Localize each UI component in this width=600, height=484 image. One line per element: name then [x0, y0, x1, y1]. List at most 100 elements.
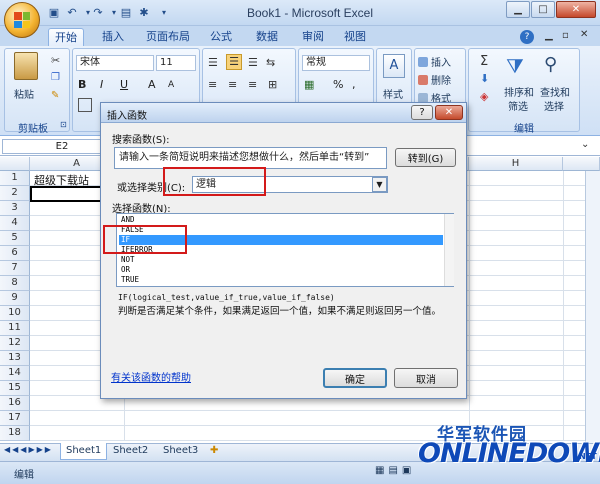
- paste-icon[interactable]: [14, 52, 38, 80]
- category-dropdown-icon[interactable]: ▼: [372, 177, 387, 192]
- font-size-combo[interactable]: 11: [156, 55, 196, 71]
- styles-icon[interactable]: A: [383, 54, 405, 78]
- font-name-combo[interactable]: 宋体: [76, 55, 154, 71]
- sheet-tab-2[interactable]: Sheet2: [108, 443, 153, 460]
- sheet-nav-icons[interactable]: ◀◀◀▶▶▶: [4, 445, 53, 454]
- styles-button[interactable]: 样式: [383, 86, 403, 101]
- find-select-label-1[interactable]: 查找和: [540, 84, 570, 99]
- ribbon-close-icon[interactable]: ✕: [580, 29, 588, 40]
- delete-cells-button[interactable]: 删除: [418, 72, 451, 87]
- row-header[interactable]: 1: [0, 171, 30, 186]
- tools-icon[interactable]: ✱: [136, 4, 152, 20]
- format-painter-icon[interactable]: ✎: [51, 90, 59, 101]
- paste-button[interactable]: 粘贴: [14, 86, 34, 101]
- align-bottom-icon[interactable]: ☰: [248, 56, 258, 69]
- dialog-close-button[interactable]: ✕: [435, 105, 463, 120]
- align-left-icon[interactable]: ≡: [208, 78, 217, 91]
- shrink-font-button[interactable]: A: [168, 80, 174, 90]
- column-header-next[interactable]: [563, 157, 600, 171]
- close-window-button[interactable]: ✕: [556, 1, 596, 18]
- autosum-icon[interactable]: Σ: [480, 54, 488, 69]
- insert-cells-button[interactable]: 插入: [418, 54, 451, 69]
- sheet-tab-3[interactable]: Sheet3: [158, 443, 203, 460]
- sort-filter-label-2[interactable]: 筛选: [508, 98, 528, 113]
- redo-icon[interactable]: ↷: [90, 4, 106, 20]
- save-icon[interactable]: ▣: [46, 4, 62, 20]
- customize-qat-icon[interactable]: ▾: [156, 4, 172, 20]
- function-item[interactable]: TRUE: [119, 275, 443, 285]
- underline-button[interactable]: U: [120, 78, 128, 91]
- tab-data[interactable]: 数据: [250, 28, 284, 46]
- row-header[interactable]: 12: [0, 336, 30, 351]
- ribbon-minimize-icon[interactable]: ▁: [545, 30, 553, 41]
- row-header[interactable]: 5: [0, 231, 30, 246]
- merge-icon[interactable]: ⊞: [268, 78, 277, 91]
- help-icon[interactable]: ?: [520, 30, 534, 44]
- clipboard-launcher-icon[interactable]: ⊡: [60, 120, 67, 129]
- find-select-label-2[interactable]: 选择: [544, 98, 564, 113]
- undo-icon[interactable]: ↶: [64, 4, 80, 20]
- row-header[interactable]: 15: [0, 381, 30, 396]
- row-header[interactable]: 10: [0, 306, 30, 321]
- row-header[interactable]: 18: [0, 426, 30, 441]
- fill-icon[interactable]: ⬇: [480, 72, 489, 85]
- clear-icon[interactable]: ◈: [480, 90, 488, 103]
- search-function-input[interactable]: 请输入一条简短说明来描述您想做什么，然后单击“转到”: [114, 147, 387, 169]
- tab-view[interactable]: 视图: [338, 28, 372, 46]
- function-item[interactable]: OR: [119, 265, 443, 275]
- align-right-icon[interactable]: ≡: [248, 78, 257, 91]
- ribbon-restore-icon[interactable]: ▫: [562, 30, 569, 41]
- align-middle-icon[interactable]: ☰: [226, 54, 242, 70]
- expand-formula-bar-icon[interactable]: ⌄: [581, 139, 589, 150]
- select-all-corner[interactable]: [0, 157, 30, 171]
- row-header[interactable]: 16: [0, 396, 30, 411]
- sheet-tab-1[interactable]: Sheet1: [60, 443, 108, 460]
- row-header[interactable]: 7: [0, 261, 30, 276]
- sort-filter-icon[interactable]: ⧩: [506, 54, 524, 78]
- comma-button[interactable]: ,: [352, 78, 356, 91]
- function-item[interactable]: AND: [119, 215, 443, 225]
- row-header[interactable]: 8: [0, 276, 30, 291]
- bold-button[interactable]: B: [78, 78, 86, 91]
- row-header[interactable]: 9: [0, 291, 30, 306]
- row-header[interactable]: 13: [0, 351, 30, 366]
- row-header[interactable]: 4: [0, 216, 30, 231]
- function-item[interactable]: NOT: [119, 255, 443, 265]
- italic-button[interactable]: I: [100, 78, 103, 91]
- dialog-help-button[interactable]: ?: [411, 105, 433, 120]
- row-header[interactable]: 6: [0, 246, 30, 261]
- office-button[interactable]: [4, 2, 40, 38]
- vertical-scrollbar[interactable]: [585, 171, 600, 443]
- print-preview-icon[interactable]: ▤: [118, 4, 134, 20]
- align-center-icon[interactable]: ≡: [228, 78, 237, 91]
- tab-formulas[interactable]: 公式: [204, 28, 238, 46]
- ok-button[interactable]: 确定: [323, 368, 387, 388]
- view-buttons-icon[interactable]: ▦▤▣: [375, 465, 415, 476]
- minimize-button[interactable]: ▁: [506, 1, 530, 18]
- column-header-h[interactable]: H: [469, 157, 563, 171]
- find-select-icon[interactable]: ⚲: [544, 54, 557, 75]
- cancel-button[interactable]: 取消: [394, 368, 458, 388]
- function-list-scrollbar[interactable]: [444, 214, 454, 286]
- row-header[interactable]: 3: [0, 201, 30, 216]
- copy-icon[interactable]: ❐: [51, 72, 60, 83]
- align-top-icon[interactable]: ☰: [208, 56, 218, 69]
- function-help-link[interactable]: 有关该函数的帮助: [111, 369, 191, 384]
- grow-font-button[interactable]: A: [148, 78, 156, 91]
- sort-filter-label-1[interactable]: 排序和: [504, 84, 534, 99]
- insert-sheet-icon[interactable]: ✚: [210, 445, 218, 456]
- percent-button[interactable]: %: [333, 78, 343, 91]
- tab-insert[interactable]: 插入: [96, 28, 130, 46]
- row-header[interactable]: 14: [0, 366, 30, 381]
- tab-review[interactable]: 审阅: [296, 28, 330, 46]
- number-format-combo[interactable]: 常规: [302, 55, 370, 71]
- borders-icon[interactable]: [78, 98, 92, 112]
- wrap-text-icon[interactable]: ⇆: [266, 56, 275, 69]
- maximize-button[interactable]: □: [531, 1, 555, 18]
- tab-page-layout[interactable]: 页面布局: [140, 28, 196, 46]
- cut-icon[interactable]: ✂: [51, 54, 60, 67]
- row-header[interactable]: 2: [0, 186, 30, 201]
- row-header[interactable]: 17: [0, 411, 30, 426]
- go-button[interactable]: 转到(G): [395, 148, 456, 167]
- currency-icon[interactable]: ▦: [304, 78, 314, 91]
